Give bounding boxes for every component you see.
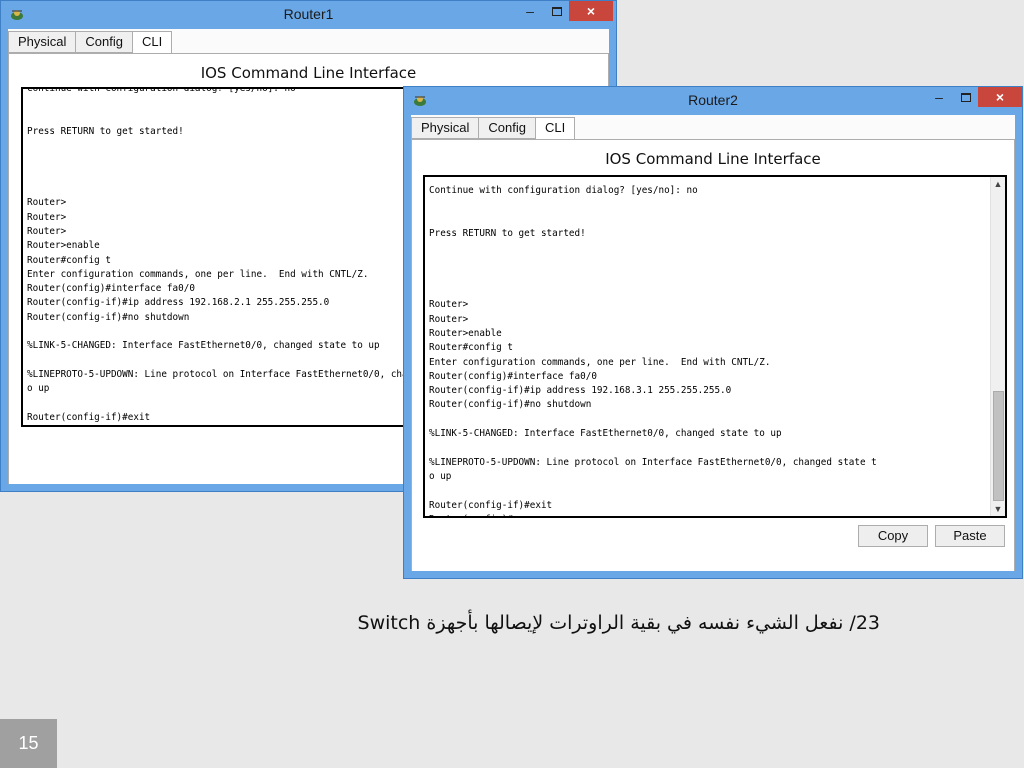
maximize-icon	[552, 7, 562, 16]
router2-cli-panel: IOS Command Line Interface Continue with…	[411, 140, 1015, 571]
paste-button[interactable]: Paste	[935, 525, 1005, 547]
slide-caption: 23/ نفعل الشيء نفسه في بقية الراوترات لإ…	[357, 612, 880, 634]
router1-tabs: Physical Config CLI	[8, 31, 173, 55]
router2-console[interactable]: Continue with configuration dialog? [yes…	[423, 175, 1007, 518]
router2-window: Router2 – × Physical Config CLI IOS Comm…	[403, 86, 1023, 579]
tab-cli[interactable]: CLI	[535, 117, 576, 141]
copy-button[interactable]: Copy	[858, 525, 928, 547]
tab-config[interactable]: Config	[478, 117, 536, 139]
tab-physical[interactable]: Physical	[8, 31, 77, 53]
scrollbar-thumb[interactable]	[993, 391, 1004, 501]
console-output: Continue with configuration dialog? [yes…	[429, 185, 877, 516]
router1-minimize-button[interactable]: –	[517, 3, 543, 21]
router2-tabs: Physical Config CLI	[411, 117, 576, 141]
router1-close-button[interactable]: ×	[569, 1, 613, 21]
cli-header: IOS Command Line Interface	[200, 64, 417, 82]
console-scrollbar[interactable]: ▲ ▼	[990, 177, 1005, 516]
router1-titlebar[interactable]: Router1 – ×	[1, 1, 616, 29]
tab-config[interactable]: Config	[75, 31, 133, 53]
router1-maximize-button[interactable]	[544, 3, 570, 21]
router2-maximize-button[interactable]	[953, 89, 979, 107]
router2-titlebar[interactable]: Router2 – ×	[404, 87, 1022, 115]
tab-physical[interactable]: Physical	[411, 117, 480, 139]
scroll-up-arrow-icon[interactable]: ▲	[991, 177, 1005, 191]
cli-header: IOS Command Line Interface	[605, 150, 821, 168]
tab-cli[interactable]: CLI	[132, 31, 173, 55]
router2-minimize-button[interactable]: –	[926, 89, 952, 107]
maximize-icon	[961, 93, 971, 102]
router2-close-button[interactable]: ×	[978, 87, 1022, 107]
slide-number: 15	[0, 719, 57, 768]
scroll-down-arrow-icon[interactable]: ▼	[991, 502, 1005, 516]
router2-client: Physical Config CLI IOS Command Line Int…	[411, 115, 1015, 571]
